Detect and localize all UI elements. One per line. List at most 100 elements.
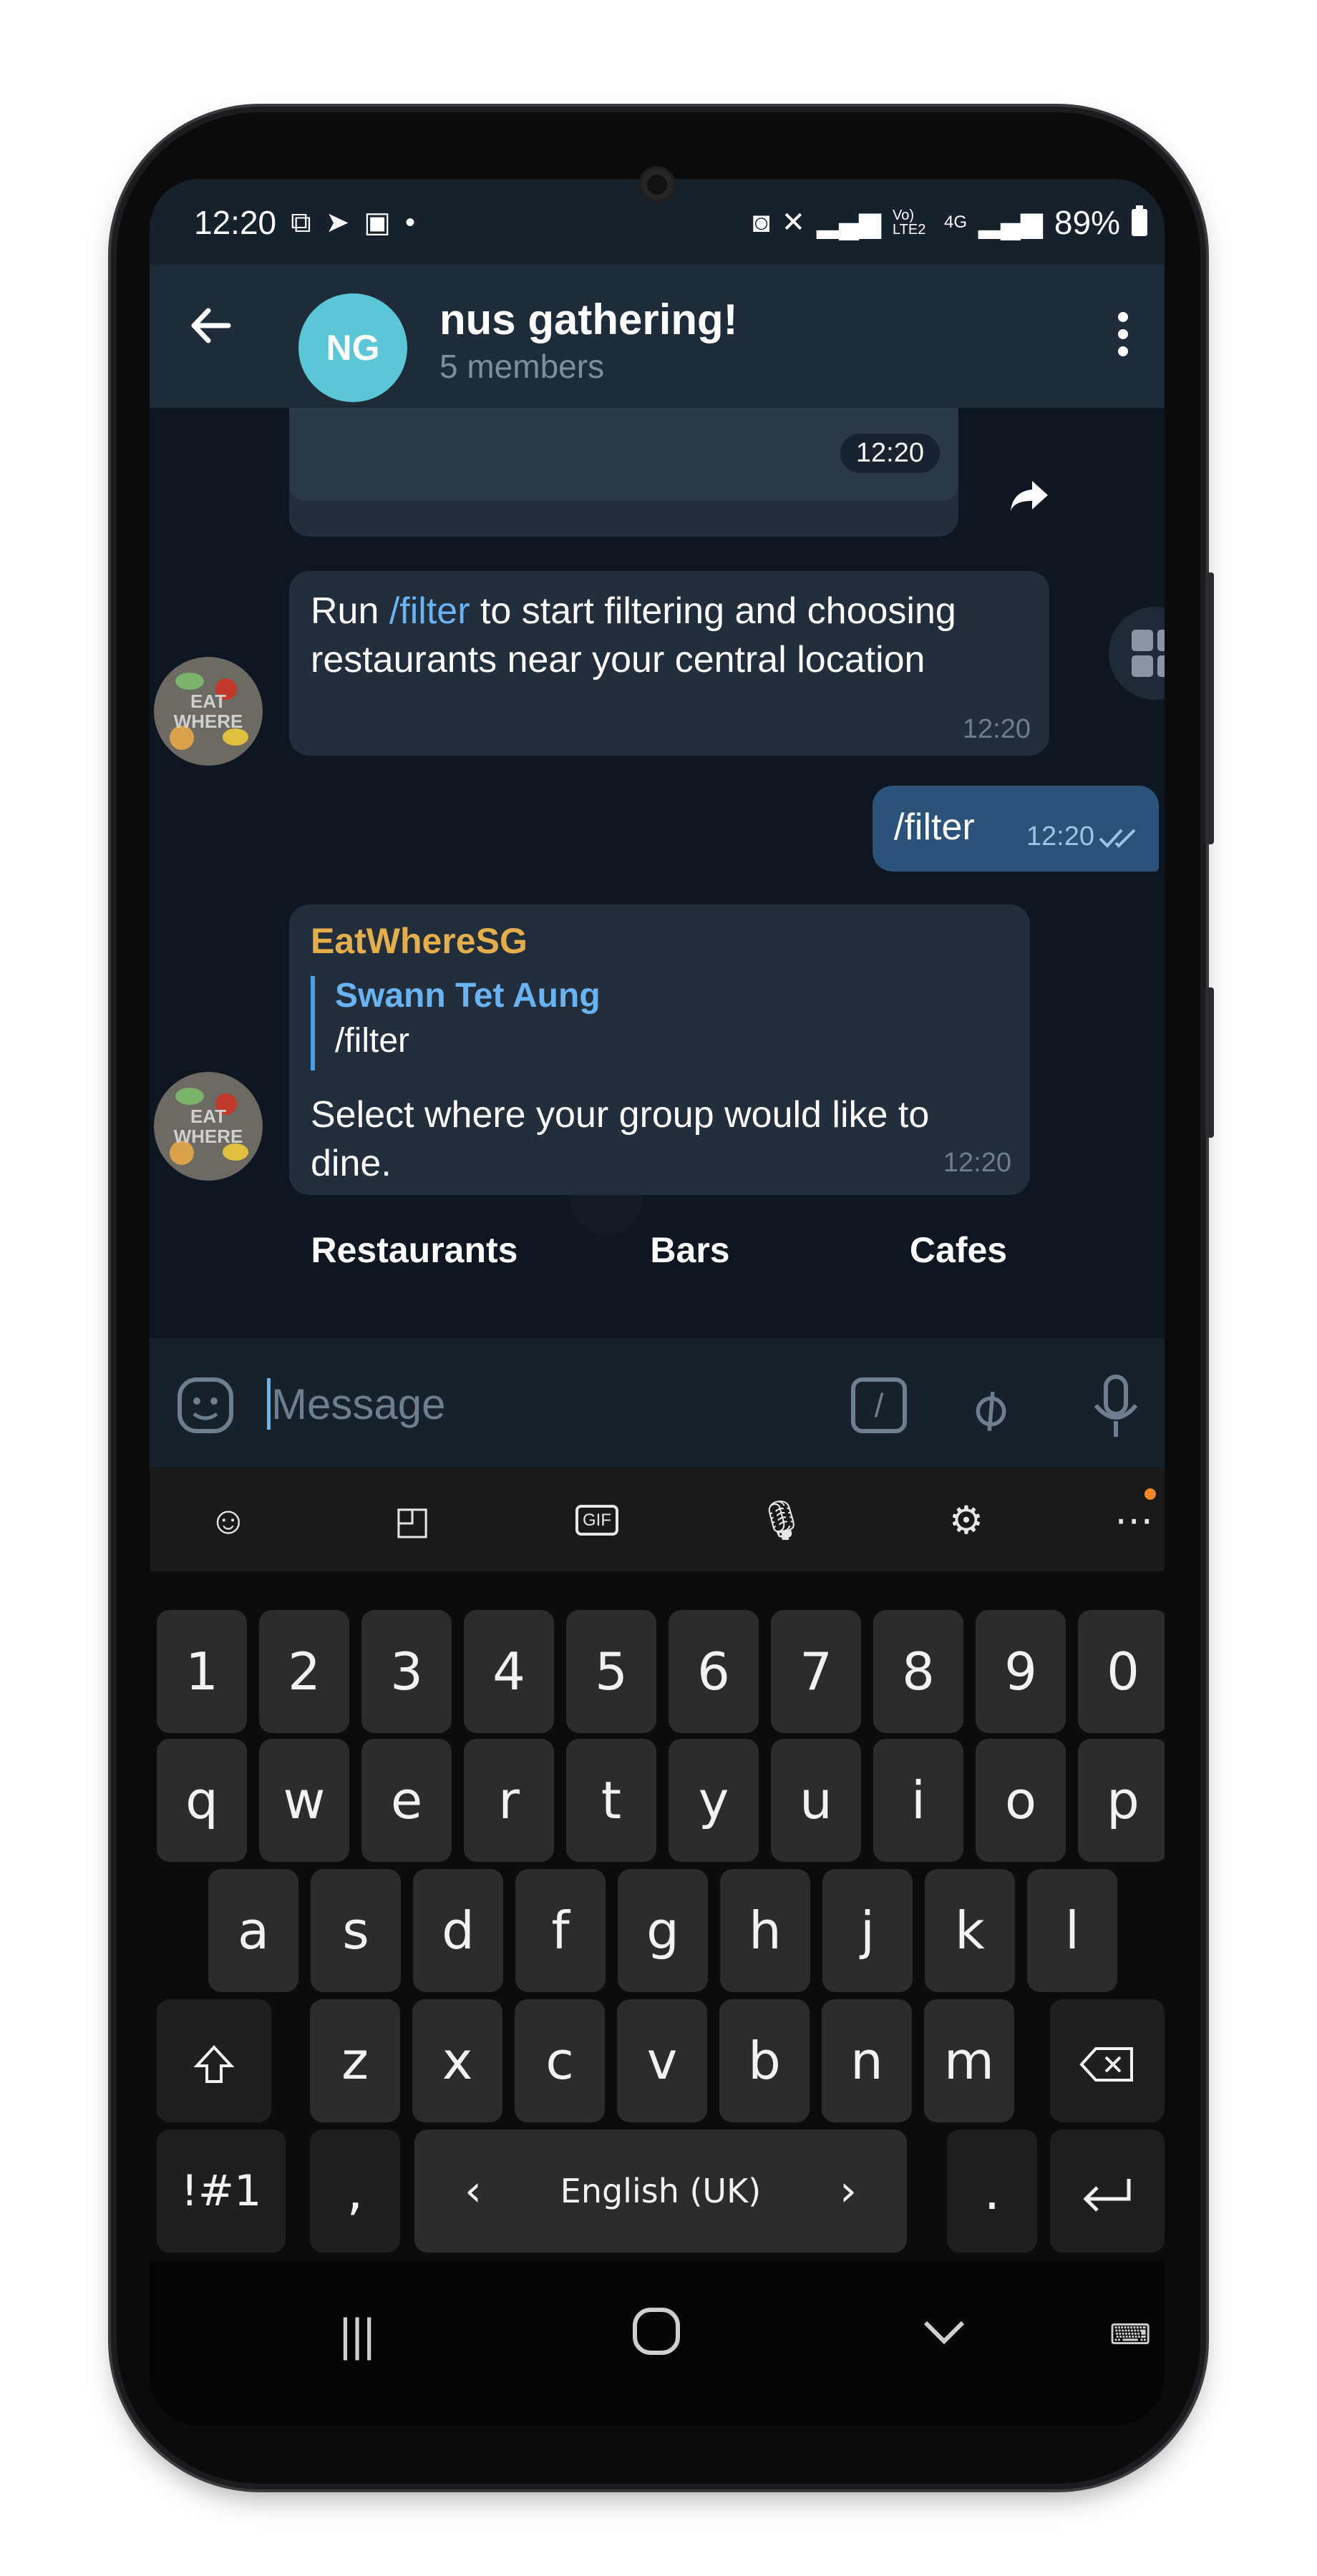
message-text: /filter — [894, 806, 975, 848]
more-vert-icon[interactable] — [1116, 306, 1130, 371]
key-7[interactable]: 7 — [771, 1610, 861, 1733]
period-key[interactable]: . — [947, 2129, 1037, 2253]
key-f[interactable]: f — [515, 1869, 606, 1992]
key-q[interactable]: q — [157, 1739, 247, 1862]
shift-icon[interactable] — [157, 1999, 271, 2122]
attach-icon[interactable]: ⌀ — [943, 1362, 1034, 1453]
voice-input-icon[interactable]: 🎙 — [757, 1496, 807, 1546]
key-z[interactable]: z — [310, 1999, 400, 2122]
group-avatar[interactable]: NG — [298, 293, 407, 402]
message-time: 12:20 — [962, 714, 1031, 744]
key-6[interactable]: 6 — [669, 1610, 759, 1733]
signal-icon: ▂▄▆ — [817, 207, 882, 238]
inline-button-bars[interactable]: Bars — [561, 1211, 819, 1289]
key-m[interactable]: m — [924, 1999, 1014, 2122]
key-g[interactable]: g — [618, 1869, 708, 1992]
key-8[interactable]: 8 — [873, 1610, 963, 1733]
reply-text: /filter — [335, 1022, 410, 1060]
bot-avatar[interactable]: EAT WHERE — [154, 1072, 263, 1181]
chat-header: NG nus gathering! 5 members — [150, 265, 1165, 408]
key-v[interactable]: v — [617, 1999, 707, 2122]
mic-icon[interactable] — [1087, 1372, 1145, 1441]
key-r[interactable]: r — [464, 1739, 554, 1862]
key-y[interactable]: y — [669, 1739, 759, 1862]
message-time: 12:20 — [840, 434, 940, 473]
command-link[interactable]: /filter — [389, 590, 470, 632]
home-icon[interactable] — [621, 2306, 692, 2368]
key-j[interactable]: j — [822, 1869, 913, 1992]
key-s[interactable]: s — [311, 1869, 401, 1992]
key-c[interactable]: c — [515, 1999, 605, 2122]
message-input[interactable]: Message — [271, 1380, 445, 1429]
inline-button-restaurants[interactable]: Restaurants — [278, 1211, 550, 1289]
message-time: 12:20 — [1026, 821, 1094, 852]
key-e[interactable]: e — [361, 1739, 452, 1862]
key-w[interactable]: w — [259, 1739, 349, 1862]
more-icon[interactable]: ⋯ — [1109, 1496, 1159, 1546]
message-bubble-bot[interactable]: Run /filter to start filtering and choos… — [289, 571, 1049, 756]
chat-subtitle: 5 members — [439, 348, 605, 385]
symbols-key[interactable]: !#1 — [157, 2129, 286, 2253]
bot-command-icon[interactable]: / — [851, 1377, 907, 1433]
key-0[interactable]: 0 — [1078, 1610, 1165, 1733]
reply-author: Swann Tet Aung — [335, 977, 601, 1015]
battery-percent: 89% — [1054, 204, 1120, 241]
key-x[interactable]: x — [412, 1999, 502, 2122]
message-bubble-bot-reply[interactable]: EatWhereSG Swann Tet Aung /filter Select… — [289, 904, 1030, 1195]
key-2[interactable]: 2 — [259, 1610, 349, 1733]
screenshot-icon: ⧉ — [291, 206, 311, 238]
keyboard-toolbar: ☺ ◰ GIF 🎙 ⚙ ⋯ — [150, 1467, 1165, 1571]
bot-avatar-logo: EAT WHERE — [173, 691, 243, 732]
front-camera — [641, 169, 673, 200]
space-label: English (UK) — [560, 2172, 762, 2210]
key-9[interactable]: 9 — [976, 1610, 1066, 1733]
space-bar[interactable]: ‹ English (UK) › — [414, 2129, 907, 2253]
key-d[interactable]: d — [413, 1869, 503, 1992]
key-u[interactable]: u — [771, 1739, 861, 1862]
inline-button-cafes[interactable]: Cafes — [830, 1211, 1087, 1289]
sender-name: EatWhereSG — [311, 921, 528, 961]
soft-keyboard: ☺ ◰ GIF 🎙 ⚙ ⋯ 1234567890 qwertyuiop asdfgh… — [150, 1467, 1165, 2261]
gif-icon[interactable]: GIF — [572, 1496, 622, 1546]
backspace-icon[interactable] — [1050, 1999, 1165, 2122]
reply-preview[interactable]: Swann Tet Aung /filter — [311, 976, 601, 1070]
comma-key[interactable]: , — [310, 2129, 400, 2253]
message-bubble-outgoing[interactable]: /filter 12:20 — [873, 786, 1159, 872]
recent-apps-icon[interactable]: ||| — [329, 2308, 386, 2361]
message-text: Select where your group would like to di… — [311, 1094, 930, 1184]
key-h[interactable]: h — [720, 1869, 810, 1992]
phone-screen: 12:20 ⧉ ➤ ▣ • ◙ ✕ ▂▄▆ Vo) LTE2 4G ▂▄▆ 89… — [150, 179, 1165, 2426]
key-a[interactable]: a — [208, 1869, 298, 1992]
chat-area[interactable]: 12:20 Run /filter to start filtering and… — [150, 408, 1165, 1338]
key-n[interactable]: n — [822, 1999, 912, 2122]
emoji-icon[interactable]: ☺ — [203, 1496, 253, 1546]
settings-icon[interactable]: ⚙ — [941, 1496, 991, 1546]
key-l[interactable]: l — [1027, 1869, 1117, 1992]
bot-avatar[interactable]: EAT WHERE — [154, 657, 263, 766]
key-i[interactable]: i — [873, 1739, 963, 1862]
keyboard-icon[interactable]: ⌨ — [1102, 2318, 1159, 2351]
message-input-bar: Message / ⌀ — [150, 1338, 1165, 1467]
apps-grid-icon[interactable] — [1109, 607, 1165, 700]
enter-icon[interactable] — [1050, 2129, 1165, 2253]
dot-icon: • — [405, 206, 416, 238]
forward-icon[interactable] — [998, 465, 1060, 527]
key-b[interactable]: b — [719, 1999, 810, 2122]
sticker-icon[interactable]: ◰ — [387, 1496, 437, 1546]
key-p[interactable]: p — [1078, 1739, 1165, 1862]
bot-avatar-logo: EAT WHERE — [173, 1106, 243, 1147]
key-5[interactable]: 5 — [566, 1610, 656, 1733]
sticker-icon[interactable] — [174, 1374, 238, 1438]
key-t[interactable]: t — [566, 1739, 656, 1862]
key-4[interactable]: 4 — [464, 1610, 554, 1733]
chat-title[interactable]: nus gathering! — [439, 295, 738, 344]
back-nav-icon[interactable] — [908, 2306, 980, 2368]
back-arrow-icon[interactable] — [185, 301, 235, 351]
message-bubble-previous[interactable]: 12:20 — [289, 408, 958, 537]
key-o[interactable]: o — [976, 1739, 1066, 1862]
key-k[interactable]: k — [925, 1869, 1015, 1992]
key-3[interactable]: 3 — [361, 1610, 452, 1733]
shopping-bag-icon: ▣ — [364, 207, 391, 238]
telegram-icon: ➤ — [325, 207, 350, 238]
key-1[interactable]: 1 — [157, 1610, 247, 1733]
